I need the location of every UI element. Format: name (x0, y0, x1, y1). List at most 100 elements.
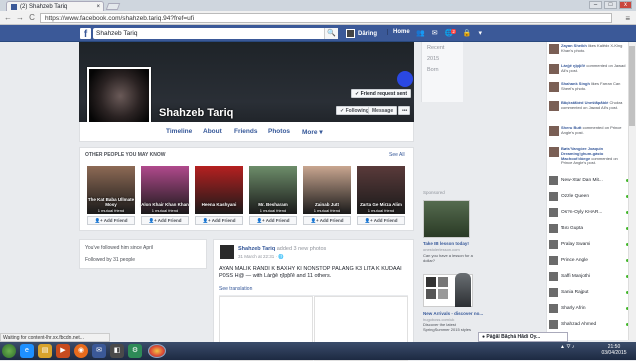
app-icon[interactable]: ⚙ (128, 344, 142, 358)
friend-requests-icon[interactable]: 👥 (416, 29, 425, 37)
notifications-icon[interactable]: 🌐2 (445, 29, 456, 37)
new-tab-button[interactable] (105, 3, 121, 10)
home-link[interactable]: Home (387, 29, 410, 35)
message-button[interactable]: Message (368, 106, 398, 115)
chat-contact[interactable]: Sharly Afrin (549, 304, 629, 313)
search-icon[interactable]: 🔍 (324, 28, 338, 39)
post-timestamp[interactable]: 31 March at 22:31 · 🌐 (238, 254, 284, 260)
more-options-button[interactable]: ••• (398, 106, 410, 115)
chat-contact[interactable]: Prince Angle (549, 256, 629, 265)
add-friend-button[interactable]: 👤+ Add Friend (357, 216, 405, 225)
minimize-button[interactable]: – (589, 1, 602, 9)
pymk-card[interactable]: Zainab Jutt 1 mutual friend 👤+ Add Friend (303, 166, 351, 227)
pymk-name[interactable]: Alon Khair Khan Khan (141, 202, 189, 207)
pymk-card[interactable]: Zarta Ge Mirza Alim 1 mutual friend 👤+ Add… (357, 166, 405, 227)
chat-contact[interactable]: Shahzad Ahmed (549, 320, 629, 329)
profile-name[interactable]: Shahzeb Tariq (159, 107, 233, 119)
pymk-card[interactable]: Alon Khair Khan Khan 1 mutual friend 👤+ Ad… (141, 166, 189, 227)
browser-menu-icon[interactable]: ≡ (625, 14, 630, 23)
pymk-name[interactable]: Mr. Besharam (249, 202, 297, 207)
facebook-logo-icon[interactable]: f (80, 28, 91, 40)
privacy-icon[interactable]: 🔒 (463, 29, 472, 37)
chat-tab[interactable]: ● Pâğăl Băçhâ Hădi Oy... (478, 332, 568, 342)
pymk-photo[interactable]: Heena Kashyani (195, 166, 243, 214)
tab-more[interactable]: More ▾ (302, 128, 323, 136)
media-player-icon[interactable]: ▶ (56, 344, 70, 358)
chat-contact[interactable]: Pralay Swami (549, 240, 629, 249)
see-all-link[interactable]: See All (389, 152, 405, 158)
year-recent[interactable]: Recent (427, 45, 444, 51)
ticker-item[interactable]: Bøts'Vangòre Joaquin Dreaming'ghum-gàsto… (549, 146, 629, 166)
header-user-link[interactable]: Dâring (346, 29, 377, 38)
chat-contact[interactable]: Os?n-Oyly KHAR... (549, 208, 629, 217)
tab-timeline[interactable]: Timeline (166, 128, 192, 135)
ticker-item[interactable]: Làrĝê ŋĭpƥľê commented on Jawad Ali's po… (549, 63, 629, 74)
chat-contact[interactable]: Ozzle Queen (549, 192, 629, 201)
app-icon[interactable]: ✉ (92, 344, 106, 358)
pymk-mutual[interactable]: 1 mutual friend (249, 208, 297, 213)
messages-icon[interactable]: ✉ (432, 29, 438, 37)
add-friend-button[interactable]: 👤+ Add Friend (303, 216, 351, 225)
see-translation-link[interactable]: See translation (219, 286, 252, 292)
ticker-item[interactable]: Bãçkståbèd Uneštåpåblè Chokra commented … (549, 100, 629, 111)
system-tray[interactable]: ▲ ⛛ ♪ (560, 344, 574, 350)
year-2015[interactable]: 2015 (427, 56, 439, 62)
ticker-item[interactable]: Sheru Butt commented on Prince Angle's p… (549, 125, 629, 136)
post-author-avatar[interactable] (220, 245, 234, 259)
forward-icon[interactable]: → (16, 13, 24, 22)
pymk-name[interactable]: Zarta Ge Mirza Alim (357, 202, 405, 207)
back-icon[interactable]: ← (4, 13, 12, 22)
system-clock[interactable]: 21:50 03/04/2015 (596, 344, 632, 356)
settings-dropdown-icon[interactable]: ▾ (479, 29, 483, 37)
ad-title[interactable]: Take IB lesson today! (423, 241, 469, 246)
start-button[interactable] (2, 344, 16, 358)
tab-friends[interactable]: Friends (234, 128, 257, 135)
pymk-name[interactable]: Zainab Jutt (303, 202, 351, 207)
pymk-photo[interactable]: Alon Khair Khan Khan 1 mutual friend (141, 166, 189, 214)
close-window-button[interactable]: x (619, 1, 632, 9)
browser-tab[interactable]: (2) Shahzeb Tariq × (6, 1, 104, 11)
pymk-photo[interactable]: Zarta Ge Mirza Alim 1 mutual friend (357, 166, 405, 214)
followed-by-link[interactable]: Followed by 31 people (85, 257, 135, 263)
pymk-mutual[interactable]: 1 mutual friend (357, 208, 405, 213)
pymk-photo[interactable]: Mr. Besharam 1 mutual friend (249, 166, 297, 214)
pymk-card[interactable]: Mr. Besharam 1 mutual friend 👤+ Add Friend (249, 166, 297, 227)
close-tab-icon[interactable]: × (96, 4, 103, 10)
maximize-button[interactable]: □ (604, 1, 617, 9)
add-friend-button[interactable]: 👤+ Add Friend (87, 216, 135, 225)
chat-contact[interactable]: Saffi Manjothi (549, 272, 629, 281)
ad-title[interactable]: New Arrivals - discover no... (423, 311, 483, 316)
year-born[interactable]: Born (427, 67, 439, 73)
pymk-mutual[interactable]: 1 mutual friend (303, 208, 351, 213)
post-author-name[interactable]: Shahzeb Tariq (238, 246, 275, 252)
folder-icon[interactable]: ▤ (38, 344, 52, 358)
tab-about[interactable]: About (203, 128, 222, 135)
url-input[interactable]: https://www.facebook.com/shahzeb.tariq.9… (40, 12, 612, 23)
chat-contact[interactable]: Saniа Rajput (549, 288, 629, 297)
ticker-item[interactable]: Shahank Singh likes Farran Can Sheel's p… (549, 81, 629, 92)
pymk-mutual[interactable]: 1 mutual friend (87, 208, 135, 213)
ticker-item[interactable]: Zayan Sheikh likes Kalëdx X-King Khan's … (549, 43, 629, 54)
pymk-photo[interactable]: Zainab Jutt 1 mutual friend (303, 166, 351, 214)
reload-icon[interactable]: C (28, 13, 36, 22)
ad-image[interactable] (423, 200, 470, 238)
app-icon[interactable]: ◧ (110, 344, 124, 358)
add-friend-button[interactable]: 👤+ Add Friend (141, 216, 189, 225)
tab-photos[interactable]: Photos (268, 128, 290, 135)
ie-icon[interactable]: e (20, 344, 34, 358)
facebook-search-input[interactable]: Shahzeb Tariq (93, 28, 334, 39)
pymk-name[interactable]: The Kat Baba Ullmate Mosy (87, 197, 135, 207)
add-friend-button[interactable]: 👤+ Add Friend (195, 216, 243, 225)
add-friend-button[interactable]: 👤+ Add Friend (249, 216, 297, 225)
firefox-icon[interactable]: ◉ (74, 344, 88, 358)
chrome-icon[interactable] (148, 344, 166, 358)
friend-request-sent-button[interactable]: ✓ Friend request sent (351, 89, 411, 98)
pymk-name[interactable]: Heena Kashyani (195, 202, 243, 207)
chat-contact[interactable]: New-Xtar Dan Mit... (549, 176, 629, 185)
scrollbar-thumb[interactable] (629, 46, 635, 126)
pymk-mutual[interactable]: 1 mutual friend (141, 208, 189, 213)
chat-contact[interactable]: Ɓıü Gupta (549, 224, 629, 233)
pymk-photo[interactable]: The Kat Baba Ullmate Mosy 1 mutual friend (87, 166, 135, 214)
pymk-card[interactable]: Heena Kashyani 👤+ Add Friend (195, 166, 243, 227)
pymk-card[interactable]: The Kat Baba Ullmate Mosy 1 mutual friend… (87, 166, 135, 227)
